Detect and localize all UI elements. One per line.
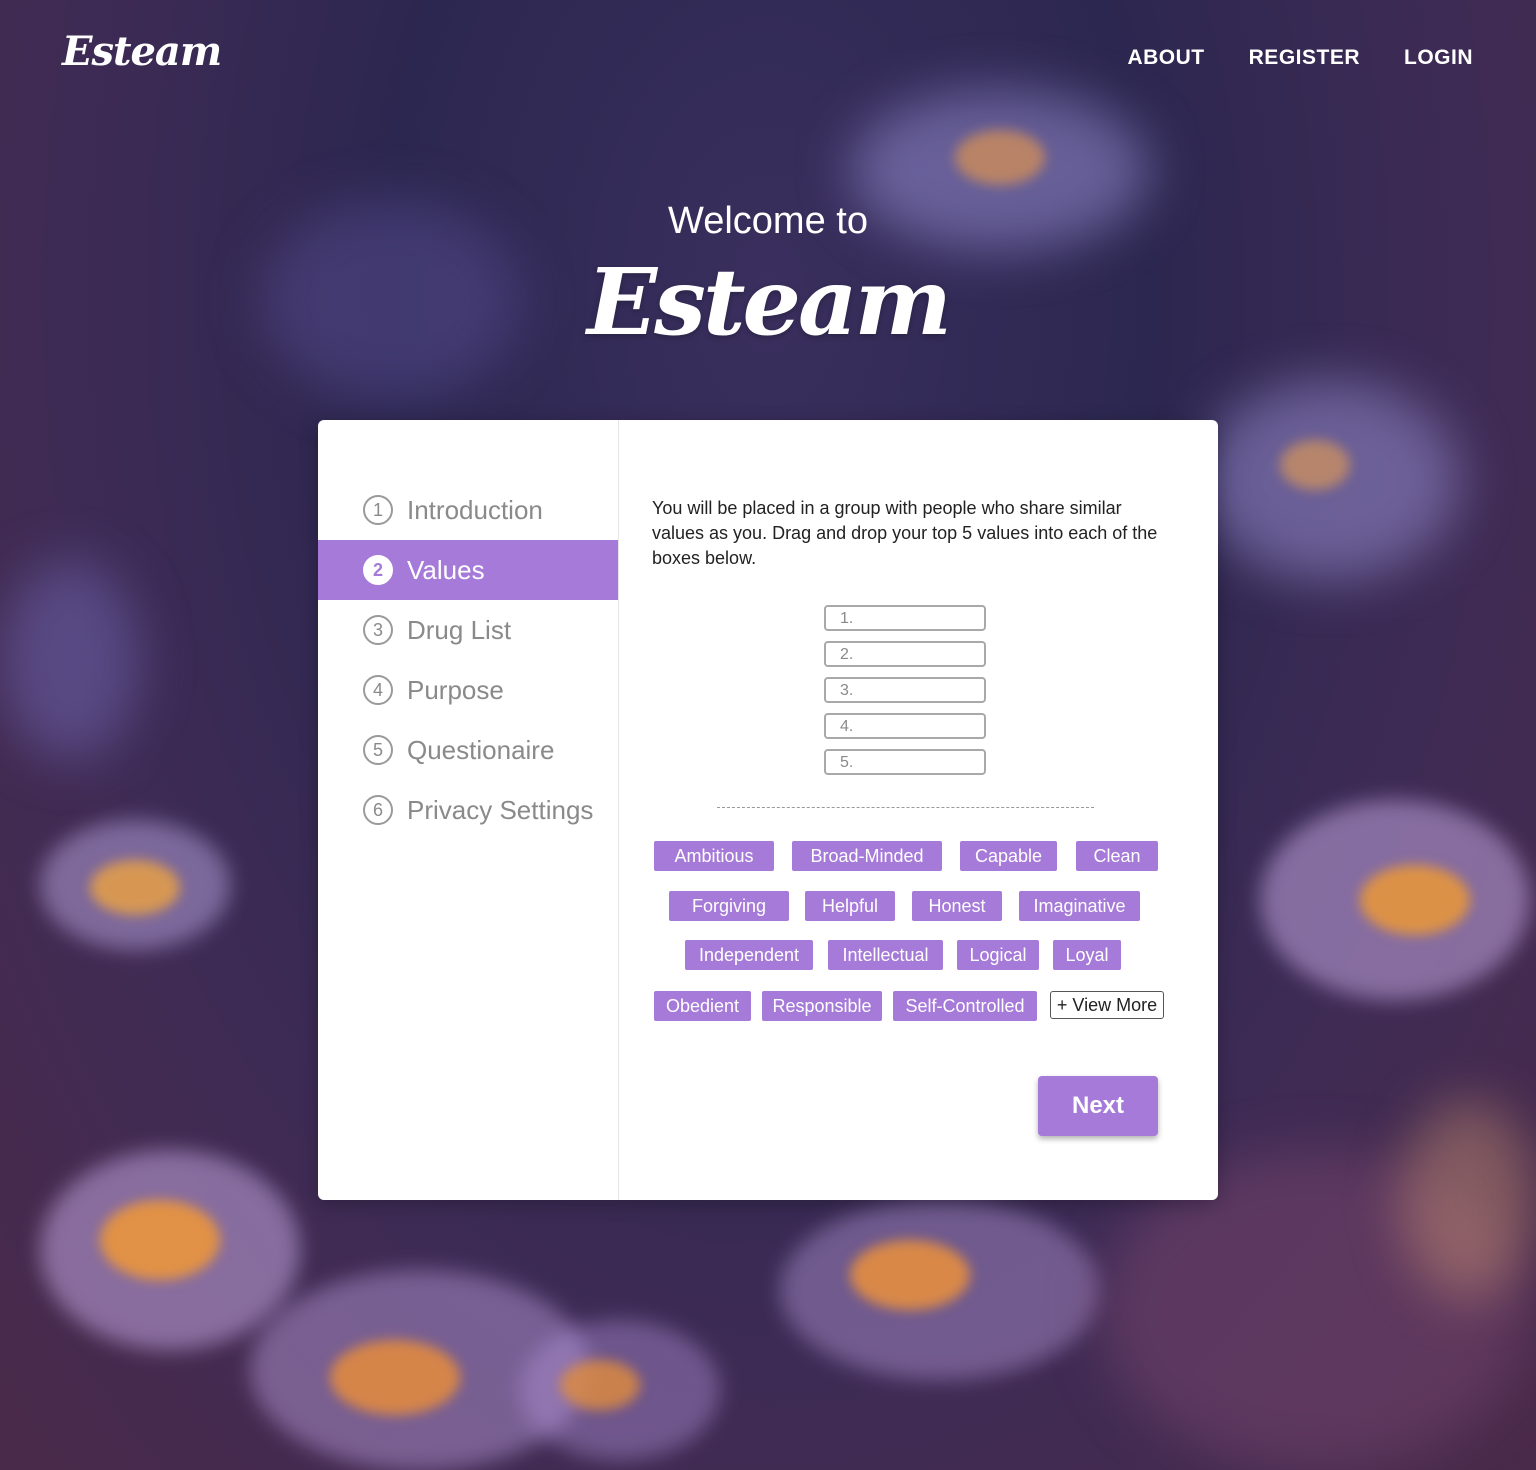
value-tag[interactable]: Independent xyxy=(685,940,813,970)
values-panel: You will be placed in a group with peopl… xyxy=(619,420,1218,1200)
value-tag[interactable]: Ambitious xyxy=(654,841,774,871)
value-tag[interactable]: Responsible xyxy=(762,991,882,1021)
value-tag[interactable]: Honest xyxy=(912,891,1002,921)
top-nav: Esteam ABOUT REGISTER LOGIN xyxy=(0,0,1536,120)
nav-login-link[interactable]: LOGIN xyxy=(1404,46,1473,70)
nav-register-link[interactable]: REGISTER xyxy=(1249,46,1360,70)
value-tag[interactable]: Clean xyxy=(1076,841,1158,871)
value-tag[interactable]: Forgiving xyxy=(669,891,789,921)
step-number-badge: 4 xyxy=(363,675,393,705)
brand-logo[interactable]: Esteam xyxy=(62,28,222,75)
step-label: Drug List xyxy=(407,614,512,645)
nav-links: ABOUT REGISTER LOGIN xyxy=(1127,46,1473,70)
step-label: Values xyxy=(407,554,485,585)
step-label: Questionaire xyxy=(407,734,555,765)
value-drop-slot-4[interactable]: 4. xyxy=(824,713,986,739)
step-number-badge: 1 xyxy=(363,495,393,525)
value-tag[interactable]: Capable xyxy=(960,841,1057,871)
step-label: Introduction xyxy=(407,494,543,525)
steps-sidebar: 1 Introduction 2 Values 3 Drug List 4 Pu… xyxy=(318,420,619,1200)
value-tag[interactable]: Loyal xyxy=(1053,940,1121,970)
nav-about-link[interactable]: ABOUT xyxy=(1127,46,1204,70)
step-questionaire[interactable]: 5 Questionaire xyxy=(318,720,618,780)
hero-subtitle: Welcome to xyxy=(668,200,868,242)
value-drop-slot-5[interactable]: 5. xyxy=(824,749,986,775)
step-number-badge: 6 xyxy=(363,795,393,825)
dashed-divider xyxy=(717,807,1094,808)
step-purpose[interactable]: 4 Purpose xyxy=(318,660,618,720)
step-privacy-settings[interactable]: 6 Privacy Settings xyxy=(318,780,618,840)
value-tag[interactable]: Self-Controlled xyxy=(893,991,1037,1021)
step-label: Purpose xyxy=(407,674,504,705)
value-tag[interactable]: Helpful xyxy=(805,891,895,921)
value-tag[interactable]: Imaginative xyxy=(1019,891,1140,921)
next-button[interactable]: Next xyxy=(1038,1076,1158,1136)
value-tag[interactable]: Obedient xyxy=(654,991,751,1021)
value-drop-slot-1[interactable]: 1. xyxy=(824,605,986,631)
value-tag[interactable]: Logical xyxy=(957,940,1039,970)
step-values[interactable]: 2 Values xyxy=(318,540,618,600)
value-tag[interactable]: Intellectual xyxy=(828,940,943,970)
step-number-badge: 5 xyxy=(363,735,393,765)
value-tag[interactable]: Broad-Minded xyxy=(792,841,942,871)
view-more-button[interactable]: + View More xyxy=(1050,991,1164,1019)
step-drug-list[interactable]: 3 Drug List xyxy=(318,600,618,660)
step-number-badge: 3 xyxy=(363,615,393,645)
hero-title: Esteam xyxy=(587,248,952,356)
value-drop-slot-2[interactable]: 2. xyxy=(824,641,986,667)
value-drop-slot-3[interactable]: 3. xyxy=(824,677,986,703)
step-number-badge: 2 xyxy=(363,555,393,585)
step-introduction[interactable]: 1 Introduction xyxy=(318,480,618,540)
step-label: Privacy Settings xyxy=(407,794,594,825)
wizard-card: 1 Introduction 2 Values 3 Drug List 4 Pu… xyxy=(318,420,1218,1200)
instructions-text: You will be placed in a group with peopl… xyxy=(652,498,1158,568)
